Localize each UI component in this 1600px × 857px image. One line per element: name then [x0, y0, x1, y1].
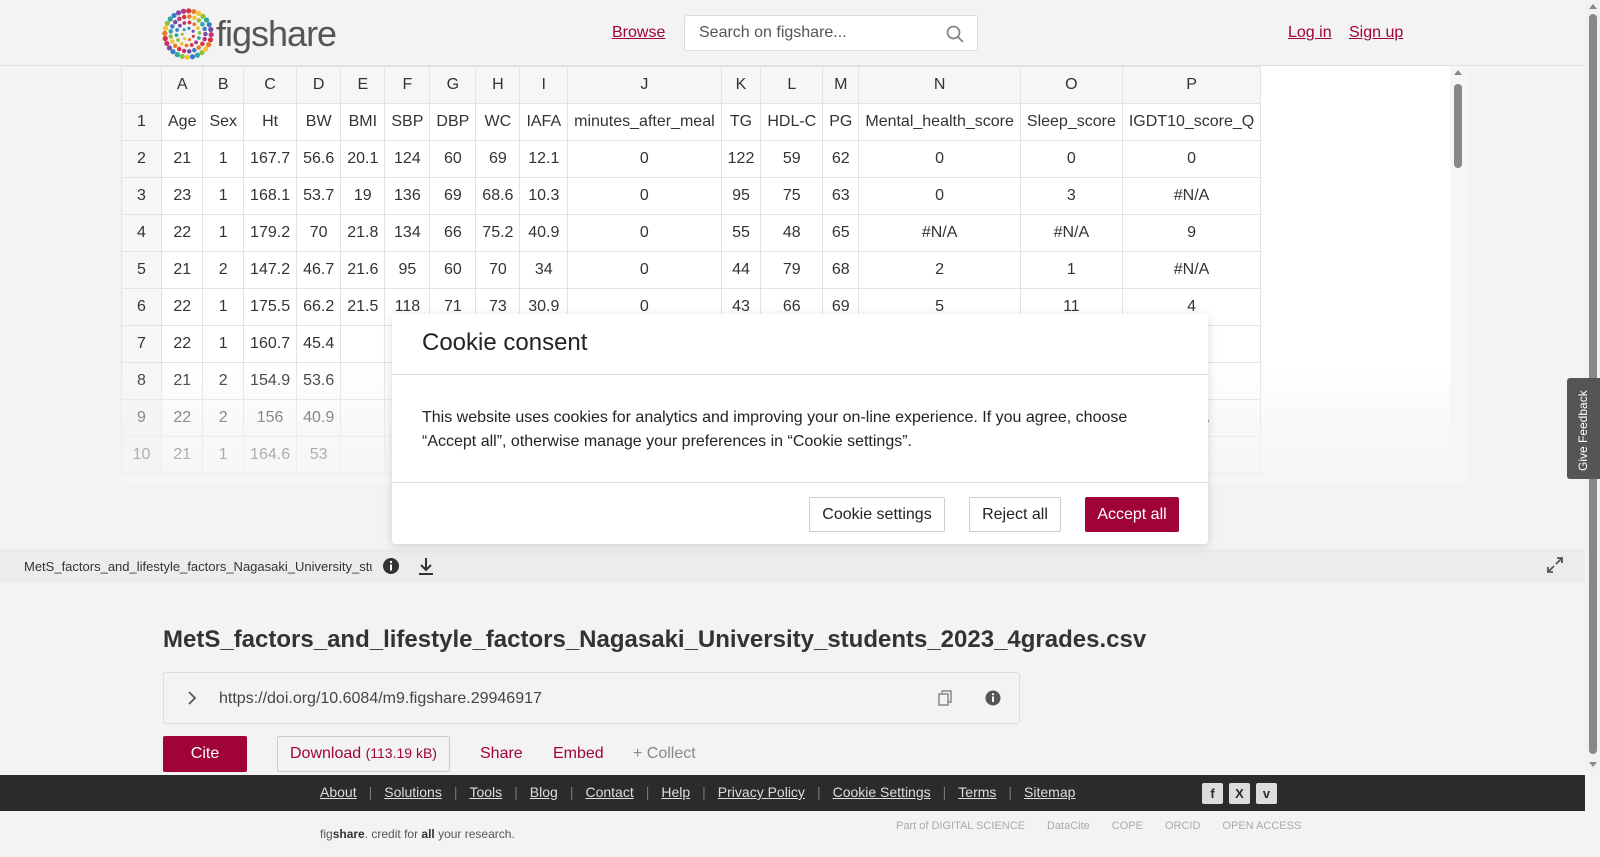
accept-all-button[interactable]: Accept all: [1085, 497, 1179, 532]
reject-all-button[interactable]: Reject all: [969, 497, 1061, 532]
modal-header: Cookie consent: [392, 314, 1208, 375]
cookie-consent-dialog: Cookie consent This website uses cookies…: [392, 314, 1208, 544]
cookie-settings-button[interactable]: Cookie settings: [809, 497, 945, 532]
modal-title: Cookie consent: [422, 329, 588, 356]
modal-body-text: This website uses cookies for analytics …: [422, 409, 1128, 450]
modal-footer: Cookie settings Reject all Accept all: [392, 482, 1208, 544]
modal-overlay: Cookie consent This website uses cookies…: [0, 0, 1600, 857]
